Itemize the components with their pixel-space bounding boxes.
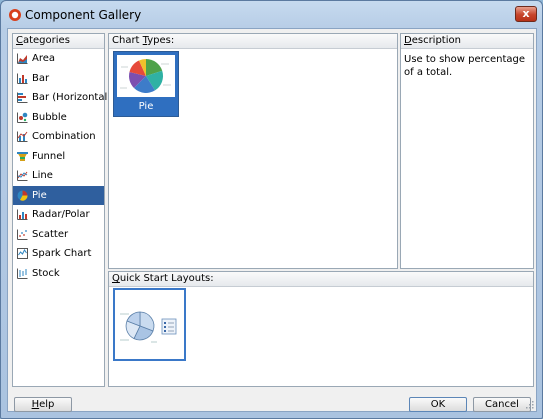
help-button[interactable]: Help [14,397,72,412]
quick-start-header-mnemonic: Q [112,273,120,284]
area-chart-icon [17,53,28,64]
app-icon [9,9,21,21]
category-item-radar-polar[interactable]: Radar/Polar [13,205,104,225]
ok-button[interactable]: OK [409,397,467,412]
funnel-chart-icon [17,151,28,161]
chart-type-label: Pie [138,101,154,112]
categories-header-label: ategories [22,35,70,46]
category-label: Bar [32,72,50,84]
categories-header: Categories [13,34,104,49]
category-item-spark-chart[interactable]: Spark Chart [13,244,104,264]
pie-chart-preview-icon [117,55,175,97]
quick-start-header-label: uick Start Layouts: [119,273,214,284]
category-item-bar-horizontal[interactable]: Bar (Horizontal) [13,88,111,108]
category-label: Bar (Horizontal) [32,92,112,103]
help-button-mnemonic: H [31,399,40,410]
help-button-label: elp [39,399,55,410]
category-label: Bubble [32,111,67,123]
category-label: Scatter [32,228,69,240]
category-label: Area [32,53,56,64]
description-header-label: escription [411,35,461,46]
chart-types-header-prefix: Chart [112,35,143,46]
chart-types-header-rest: ypes: [147,35,175,46]
combination-chart-icon [17,131,28,142]
radar-chart-icon [17,209,28,220]
category-label: Combination [32,131,96,142]
title-bar[interactable]: Component Gallery x [1,1,542,29]
bar-chart-icon [17,73,28,84]
description-header: Description [401,34,533,49]
category-label: Pie [32,189,47,201]
bubble-chart-icon [17,112,28,123]
category-label: Stock [32,267,60,279]
category-item-funnel[interactable]: Funnel [13,147,104,167]
categories-list[interactable]: Area Bar Bar (Horizontal) Bubble Combination… [13,49,111,284]
scatter-chart-icon [17,229,28,240]
category-item-bar[interactable]: Bar [13,69,104,89]
category-label: Radar/Polar [32,209,90,220]
category-label: Funnel [32,150,66,162]
close-button[interactable]: x [515,6,537,22]
description-text: Use to show percentage of a total. [404,54,526,78]
category-item-stock[interactable]: Stock [13,264,104,284]
chart-types-header: Chart Types: [109,34,397,49]
description-header-mnemonic: D [404,35,412,46]
cancel-button[interactable]: Cancel [473,397,531,412]
pie-with-legend-layout-thumbnail[interactable] [113,288,186,361]
stock-chart-icon [17,268,28,279]
quick-start-layouts-panel: Quick Start Layouts: [108,271,534,387]
category-item-line[interactable]: Line [13,166,104,186]
category-label: Line [32,170,53,181]
window-title: Component Gallery [25,8,142,22]
categories-header-mnemonic: C [16,35,23,46]
quick-start-header: Quick Start Layouts: [109,272,533,287]
category-item-combination[interactable]: Combination [13,127,104,147]
pie-with-legend-layout-icon [120,311,177,343]
description-panel: Description Use to show percentage of a … [400,33,534,269]
categories-panel: Categories Area Bar Bar (Horizontal) Bubble… [12,33,111,387]
pie-chart-icon [17,190,28,201]
dialog-body: Categories Area Bar Bar (Horizontal) Bubble… [7,28,537,412]
category-item-pie[interactable]: Pie [13,185,104,205]
line-chart-icon [17,170,28,181]
chart-type-pie-thumbnail[interactable]: Pie [113,51,179,117]
chart-types-panel: Chart Types: Pie [108,33,398,269]
category-item-scatter[interactable]: Scatter [13,225,104,245]
spark-chart-icon [17,248,28,259]
category-item-area[interactable]: Area [13,49,104,69]
category-item-bubble[interactable]: Bubble [13,108,104,128]
category-label: Spark Chart [32,248,92,259]
resize-grip-icon[interactable] [525,400,534,409]
horizontal-bar-chart-icon [17,92,28,103]
component-gallery-dialog: Component Gallery x Categories Area Bar Ba… [0,0,543,419]
